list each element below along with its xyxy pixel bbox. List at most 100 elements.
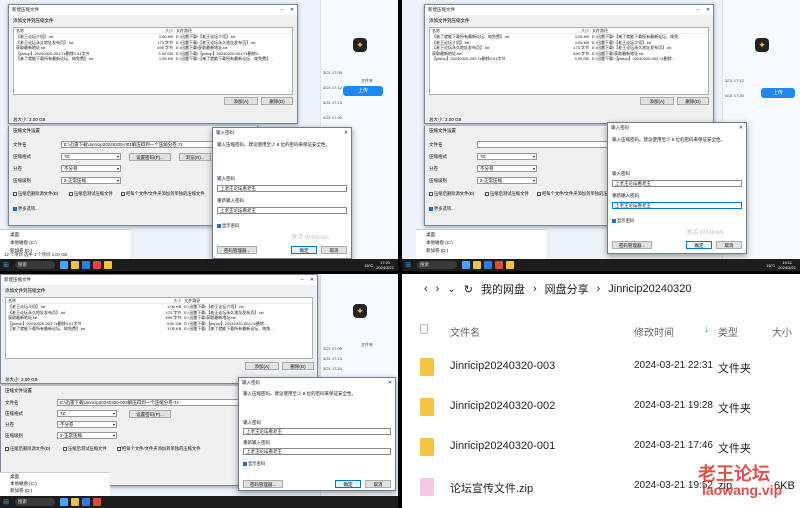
level-select[interactable]: 2-正常压缩: [57, 432, 117, 439]
folder-icon[interactable]: [70, 261, 79, 269]
separate-archive-checkbox[interactable]: 把每个文件/文件夹添加到单独的压缩文件: [117, 446, 201, 452]
ok-button[interactable]: 确定: [291, 246, 317, 254]
volume-select[interactable]: 不分卷: [477, 165, 537, 172]
sort-icon[interactable]: ↓: [704, 324, 709, 335]
minimize-icon[interactable]: –: [297, 277, 307, 283]
taskbar-search[interactable]: 搜索: [15, 261, 55, 269]
close-icon[interactable]: ✕: [385, 380, 395, 386]
app-icon[interactable]: [494, 261, 503, 269]
tree-item-desktop[interactable]: 桌面: [10, 474, 19, 480]
set-password-button[interactable]: 设置密码(P)...: [129, 153, 171, 161]
cloud-app-icon[interactable]: [103, 261, 112, 269]
col-name[interactable]: 名称: [432, 28, 559, 33]
password-confirm-input[interactable]: 上老王论坛看老王: [612, 202, 742, 209]
cloud-app-icon[interactable]: [505, 261, 514, 269]
app-icon[interactable]: [461, 261, 470, 269]
dropdown-icon[interactable]: ⌄: [447, 284, 455, 295]
delete-source-checkbox[interactable]: 压缩后删除源文件(D): [13, 191, 58, 197]
col-size[interactable]: 大小: [772, 324, 792, 339]
close-icon[interactable]: ✕: [703, 7, 713, 13]
test-archive-checkbox[interactable]: 压缩后测试压缩文件: [63, 446, 107, 452]
test-archive-checkbox[interactable]: 压缩后测试压缩文件: [485, 191, 529, 197]
minimize-icon[interactable]: –: [693, 7, 703, 13]
file-name[interactable]: 论坛宣传文件.zip: [450, 480, 533, 496]
table-row[interactable]: Jinricip20240320-002 2024-03-21 19:28 文件…: [402, 392, 800, 432]
windows-start-icon[interactable]: ⊞: [402, 261, 414, 269]
delete-source-checkbox[interactable]: 压缩后删除源文件(D): [429, 191, 474, 197]
app-icon[interactable]: [59, 498, 68, 506]
col-size[interactable]: 大小: [143, 28, 176, 33]
tree-item-desktop[interactable]: 桌面: [10, 232, 19, 238]
tree-item-c-drive[interactable]: 本地磁盘 (C:): [10, 240, 37, 246]
show-password-checkbox[interactable]: 显示密码: [612, 218, 634, 224]
test-archive-checkbox[interactable]: 压缩后测试压缩文件: [69, 191, 113, 197]
format-select[interactable]: 7Z: [477, 153, 537, 160]
password-confirm-input[interactable]: 上老王论坛看老王: [217, 207, 347, 214]
windows-start-icon[interactable]: ⊞: [0, 498, 12, 506]
delete-source-checkbox[interactable]: 压缩后删除源文件(D): [5, 446, 50, 452]
password-input[interactable]: 上老王论坛看老王: [217, 185, 347, 192]
file-list[interactable]: 名称 大小 文件路径 【来了就能下载所有最新论坛、纯免费】.txt 1.05 KB E:…: [429, 27, 709, 95]
col-name[interactable]: 名称: [8, 298, 148, 303]
breadcrumb-item[interactable]: 网盘分享: [545, 281, 589, 297]
back-icon[interactable]: ‹: [424, 283, 428, 295]
level-select[interactable]: 2-正常压缩: [477, 177, 537, 184]
col-path[interactable]: 文件路径: [592, 28, 708, 33]
tree-item-c-drive[interactable]: 本地磁盘 (C:): [10, 481, 37, 487]
app-icon[interactable]: [92, 261, 101, 269]
tree-item-c-drive[interactable]: 本地磁盘 (C:): [426, 240, 453, 246]
more-options-toggle[interactable]: 更多选项...: [13, 206, 39, 212]
password-manager-button[interactable]: 密码管理器...: [243, 480, 283, 488]
refresh-icon[interactable]: ↻: [464, 283, 473, 296]
upload-button[interactable]: 上传: [343, 86, 383, 96]
col-modified[interactable]: 修改时间: [634, 324, 674, 339]
folder-icon[interactable]: [70, 498, 79, 506]
table-row[interactable]: Jinricip20240320-003 2024-03-21 22:31 文件…: [402, 352, 800, 392]
edge-icon[interactable]: [483, 261, 492, 269]
file-row[interactable]: 【来了就能下载所有最新论坛、纯免费】.txt 1.05 KB E:\迅雷下载\【来了…: [6, 326, 312, 332]
col-name[interactable]: 文件名: [450, 324, 480, 339]
tree-item-desktop[interactable]: 桌面: [426, 232, 435, 238]
file-list[interactable]: 名称 大小 文件路径 【老王论坛介绍】.txt 1.06 KB E:\迅雷下载\【老王论…: [13, 27, 293, 95]
ok-button[interactable]: 确定: [686, 241, 712, 249]
col-size[interactable]: 大小: [148, 298, 184, 303]
file-name[interactable]: Jinricip20240320-002: [450, 400, 555, 412]
separate-archive-checkbox[interactable]: 把每个文件/文件夹添加到单独的压缩文件: [121, 191, 205, 197]
close-icon[interactable]: ✕: [341, 130, 351, 136]
delete-button[interactable]: 删除(D): [261, 97, 293, 105]
level-select[interactable]: 2-正常压缩: [61, 177, 121, 184]
app-icon[interactable]: [59, 261, 68, 269]
add-button[interactable]: 添加(A): [224, 97, 258, 105]
password-manager-button[interactable]: 密码管理器...: [217, 246, 257, 254]
password-manager-button[interactable]: 密码管理器...: [612, 241, 652, 249]
col-size[interactable]: 大小: [559, 28, 592, 33]
file-row[interactable]: 【jinricp】20240320-002.7z删除0.01字节 3.00 GB E…: [430, 56, 708, 62]
file-row[interactable]: 【来了就能下载所有最新论坛、纯免费】.txt 1.05 KB E:\迅雷下载\【来了…: [14, 56, 292, 62]
close-icon[interactable]: ✕: [736, 125, 746, 131]
add-button[interactable]: 添加(A): [640, 97, 674, 105]
taskbar-search[interactable]: 搜索: [417, 261, 457, 269]
tree-item-d-drive[interactable]: 新加卷 (D:): [426, 248, 448, 254]
show-password-checkbox[interactable]: 显示密码: [217, 223, 239, 229]
close-icon[interactable]: ✕: [307, 277, 317, 283]
upload-button[interactable]: 上传: [761, 88, 795, 98]
browse-button[interactable]: 浏览(R)...: [179, 153, 211, 161]
set-password-button[interactable]: 设置密码(P)...: [129, 410, 171, 418]
file-name[interactable]: Jinricip20240320-001: [450, 440, 555, 452]
forward-icon[interactable]: ›: [436, 283, 440, 295]
col-name[interactable]: 名称: [16, 28, 143, 33]
format-select[interactable]: 7Z: [61, 153, 121, 160]
password-input[interactable]: 上老王论坛看老王: [243, 428, 391, 435]
show-password-checkbox[interactable]: 显示密码: [243, 461, 265, 467]
file-name[interactable]: Jinricip20240320-003: [450, 360, 555, 372]
password-input[interactable]: 上老王论坛看老王: [612, 180, 742, 187]
tree-item-d-drive[interactable]: 新加卷 (D:): [10, 488, 32, 494]
delete-button[interactable]: 删除(D): [282, 362, 314, 370]
edge-icon[interactable]: [81, 498, 90, 506]
more-options-toggle[interactable]: 更多选项...: [429, 206, 455, 212]
breadcrumb-item[interactable]: 我的网盘: [481, 281, 525, 297]
format-select[interactable]: 7Z: [57, 410, 117, 417]
password-confirm-input[interactable]: 上老王论坛看老王: [243, 448, 391, 455]
col-type[interactable]: 类型: [718, 324, 738, 339]
close-icon[interactable]: ✕: [287, 7, 297, 13]
